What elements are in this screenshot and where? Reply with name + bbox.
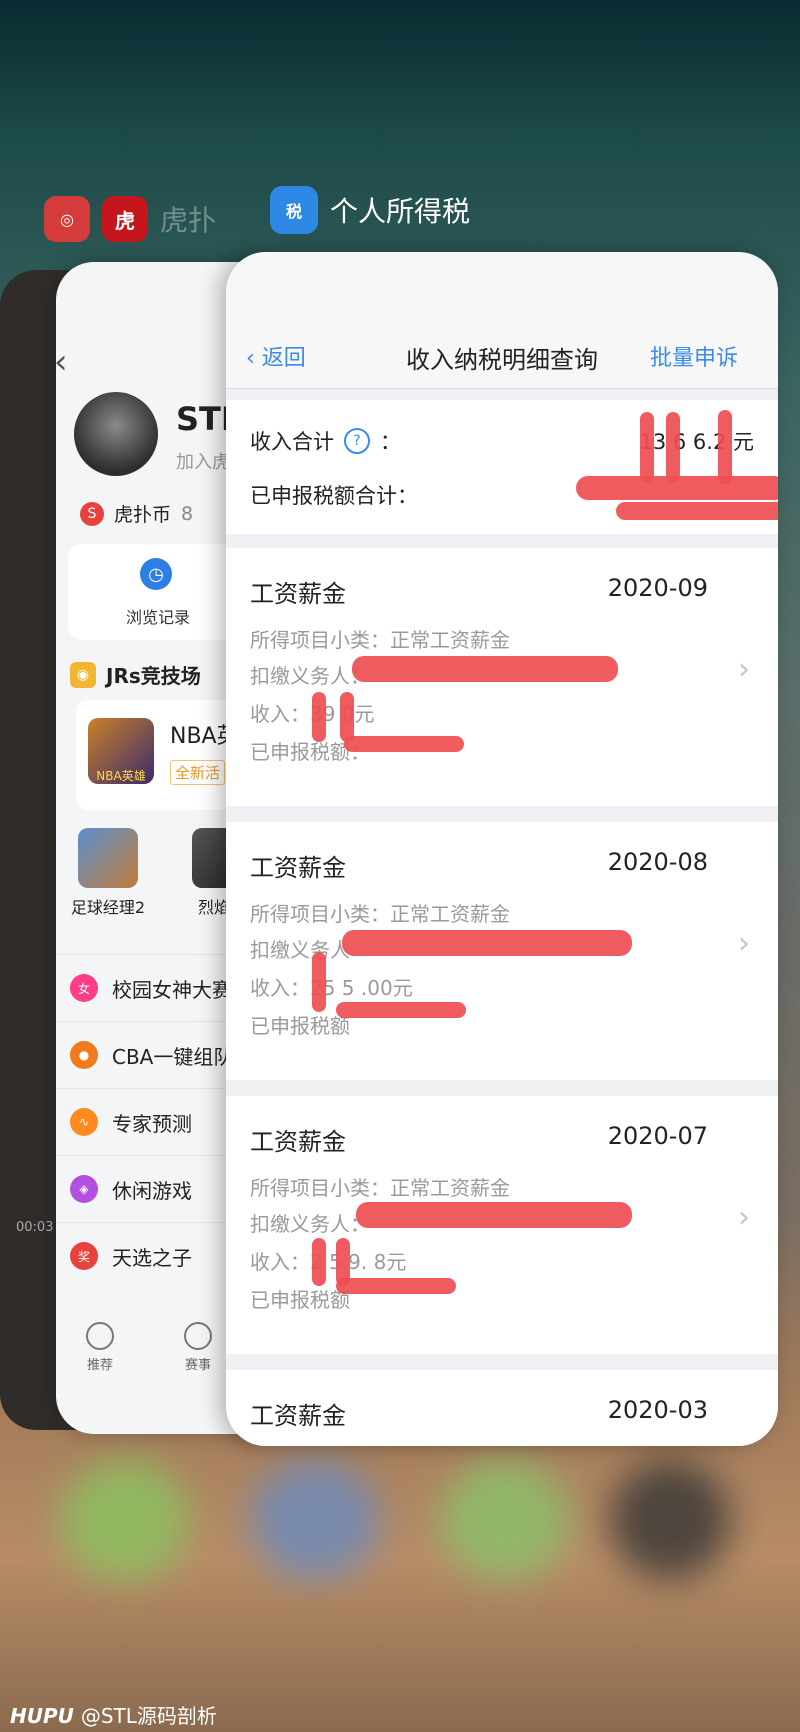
record-withholder: 扣缴义务人： [250, 1212, 370, 1236]
batch-appeal-button[interactable]: 批量申诉 [650, 340, 738, 372]
menu-label: 天选之子 [112, 1245, 192, 1270]
basketball-icon: ● [70, 1041, 98, 1069]
redaction-mark [344, 736, 464, 752]
hupu-app-name: 虎扑 [160, 204, 217, 237]
chevron-right-icon: › [738, 1200, 750, 1235]
chevron-right-icon: › [738, 926, 750, 961]
redaction-mark [312, 692, 326, 742]
help-icon[interactable]: ? [344, 428, 370, 454]
tab-label: 推荐 [86, 1358, 113, 1373]
menu-label: 校园女神大赛 [112, 977, 232, 1002]
dock-icon-4 [610, 1460, 730, 1580]
dock-icon-1 [60, 1460, 190, 1580]
menu-label: 休闲游戏 [112, 1178, 192, 1203]
playback-time: 00:03 [16, 1220, 54, 1235]
redaction-mark [356, 1202, 632, 1228]
menu-label: 专家预测 [112, 1111, 192, 1136]
watermark-handle: @STL源码剖析 [80, 1704, 217, 1728]
redaction-mark [616, 502, 778, 520]
redaction-mark [718, 410, 732, 484]
redaction-mark [666, 412, 680, 482]
record-date: 2020-09 [607, 574, 708, 602]
tab-label: 赛事 [184, 1358, 211, 1373]
menu-label: CBA一键组队 [112, 1044, 234, 1069]
football-manager-thumbnail [78, 828, 138, 888]
clock-icon: ◷ [140, 558, 172, 590]
redaction-mark [640, 412, 654, 482]
pulse-icon: ∿ [70, 1108, 98, 1136]
bulb-icon [86, 1322, 114, 1350]
nba-game-thumbnail: NBA英雄 [88, 718, 154, 784]
nba-game-tag: 全新活 [170, 760, 226, 785]
tax-app-icon: 税 [270, 186, 318, 234]
hupu-app-icon: 虎 [102, 196, 148, 242]
record-date: 2020-03 [607, 1396, 708, 1424]
declared-total-label: 已申报税额合计： [250, 484, 418, 508]
tax-switcher-header[interactable]: 税 个人所得税 [270, 186, 470, 234]
redaction-mark [336, 1278, 456, 1294]
watermark-brand: HUPU [10, 1704, 74, 1728]
back-chevron-icon[interactable]: ‹ [56, 342, 68, 382]
income-total-row: 收入合计 ? ： [250, 426, 401, 456]
record-declared: 已申报税额 [250, 1288, 350, 1312]
game-label: 足球经理2 [70, 898, 146, 917]
browse-history-button[interactable]: ◷ 浏览记录 [68, 544, 248, 640]
chevron-right-icon: › [738, 652, 750, 687]
record-date: 2020-08 [607, 848, 708, 876]
record-card[interactable]: 工资薪金 2020-03 [226, 1370, 778, 1446]
redaction-mark [336, 1002, 466, 1018]
record-title: 工资薪金 [250, 1402, 346, 1430]
jrs-arena-header[interactable]: ◉ JRs竞技场 [70, 660, 201, 689]
income-total-value: 13 6 6.2 元 [639, 430, 754, 454]
record-title: 工资薪金 [250, 854, 346, 882]
record-subcategory: 所得项目小类：正常工资薪金 [250, 902, 510, 926]
record-subcategory: 所得项目小类：正常工资薪金 [250, 1176, 510, 1200]
netease-music-icon: ◎ [44, 196, 90, 242]
browse-label: 浏览记录 [125, 608, 190, 627]
redaction-mark [576, 476, 778, 500]
profile-sub: 加入虎 [176, 452, 230, 473]
gamepad-icon: ◈ [70, 1175, 98, 1203]
avatar[interactable] [74, 392, 158, 476]
goddess-icon: 女 [70, 974, 98, 1002]
gamepad-icon: ◉ [70, 661, 96, 688]
colon: ： [380, 430, 401, 454]
tax-app-name: 个人所得税 [330, 195, 471, 228]
coin-label: 虎扑币 [114, 504, 172, 526]
tax-app-card[interactable]: ‹ 返回 收入纳税明细查询 批量申诉 收入合计 ? ： 13 6 6.2 元 已… [226, 252, 778, 1446]
redaction-mark [340, 692, 354, 742]
redaction-mark [312, 1238, 326, 1286]
watermark: HUPU @STL源码剖析 [10, 1700, 217, 1729]
record-date: 2020-07 [607, 1122, 708, 1150]
redaction-mark [312, 952, 326, 1012]
game-item[interactable]: 足球经理2 [64, 828, 152, 918]
redaction-mark [342, 930, 632, 956]
dock-icon-2 [250, 1460, 380, 1580]
nav-bar: ‹ 返回 收入纳税明细查询 批量申诉 [226, 252, 778, 389]
hupu-switcher-header[interactable]: ◎ 虎 虎扑 [44, 196, 216, 242]
income-total-label: 收入合计 [250, 430, 334, 454]
record-income: 收入：25 5 .00元 [250, 976, 413, 1000]
record-withholder: 扣缴义务人 [250, 938, 350, 962]
coin-value: 8 [181, 502, 194, 525]
record-title: 工资薪金 [250, 1128, 346, 1156]
dock-icon-3 [440, 1460, 570, 1580]
prize-icon: 奖 [70, 1242, 98, 1270]
coin-row[interactable]: S 虎扑币 8 [80, 500, 193, 527]
record-subcategory: 所得项目小类：正常工资薪金 [250, 628, 510, 652]
record-declared: 已申报税额 [250, 1014, 350, 1038]
trophy-icon [184, 1322, 212, 1350]
record-title: 工资薪金 [250, 580, 346, 608]
redaction-mark [352, 656, 618, 682]
jrs-label: JRs竞技场 [106, 664, 201, 688]
coin-icon: S [80, 501, 104, 526]
record-income: 收入：2 5 9. 8元 [250, 1250, 407, 1274]
tab-events[interactable]: 赛事 [184, 1322, 212, 1392]
tab-recommend[interactable]: 推荐 [86, 1322, 114, 1392]
